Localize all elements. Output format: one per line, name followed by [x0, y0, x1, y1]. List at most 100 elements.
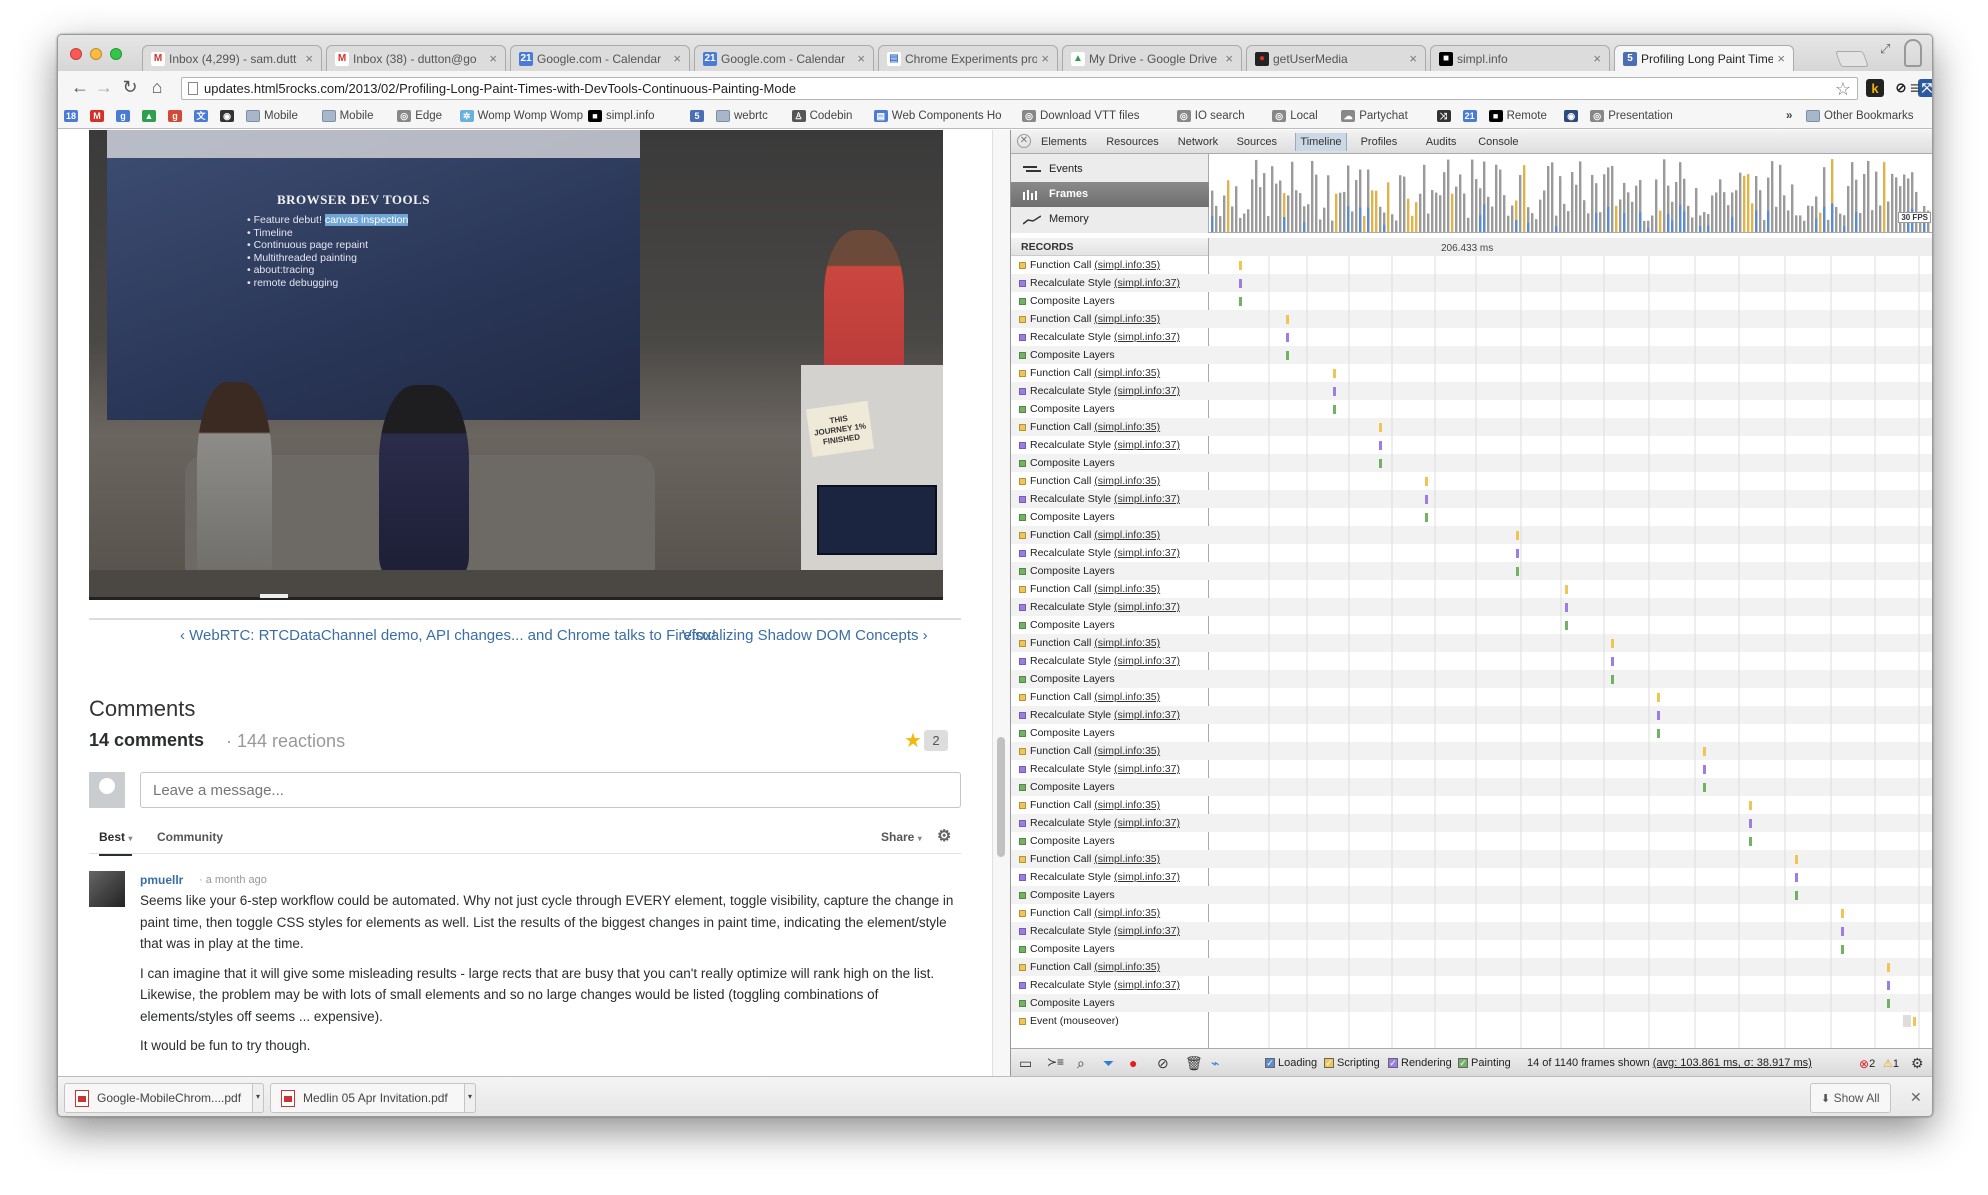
record-row[interactable]: Composite Layers [1011, 940, 1209, 958]
forward-icon[interactable]: → [92, 77, 116, 98]
bookmark-item[interactable]: 5 [690, 110, 708, 122]
tab-network[interactable]: Network [1178, 136, 1218, 148]
record-row[interactable]: Function Call (simpl.info:35) [1011, 634, 1209, 652]
reload-icon[interactable]: ↻ [118, 77, 142, 98]
record-row[interactable]: Recalculate Style (simpl.info:37) [1011, 274, 1209, 292]
tab-console[interactable]: Console [1478, 136, 1518, 148]
record-row[interactable]: Composite Layers [1011, 724, 1209, 742]
search-icon[interactable]: ⌕ [1077, 1055, 1085, 1072]
bookmark-item[interactable]: ☁ Partychat [1341, 110, 1408, 122]
record-source-link[interactable]: (simpl.info:37) [1114, 385, 1180, 397]
close-icon[interactable]: × [1777, 51, 1785, 66]
record-row[interactable]: Recalculate Style (simpl.info:37) [1011, 814, 1209, 832]
tab-community[interactable]: Community [157, 830, 223, 844]
address-bar[interactable]: updates.html5rocks.com/2013/02/Profiling… [181, 77, 1858, 100]
next-post-link[interactable]: Visualizing Shadow DOM Concepts › [682, 627, 928, 644]
bookmark-item[interactable]: ◎ Local [1272, 110, 1318, 122]
record-icon[interactable]: ● [1129, 1055, 1137, 1071]
overview-events[interactable]: Events [1011, 157, 1209, 182]
record-source-link[interactable]: (simpl.info:37) [1114, 871, 1180, 883]
devtools-close-icon[interactable]: ✕ [1017, 134, 1031, 148]
record-row[interactable]: Function Call (simpl.info:35) [1011, 688, 1209, 706]
comment-author[interactable]: pmuellr [140, 873, 183, 887]
chevron-down-icon[interactable]: ▾ [252, 1083, 264, 1113]
record-row[interactable]: Composite Layers [1011, 562, 1209, 580]
record-row[interactable]: Recalculate Style (simpl.info:37) [1011, 436, 1209, 454]
recommend-star-icon[interactable]: ★ [904, 728, 922, 753]
bookmark-item[interactable]: webrtc [716, 110, 768, 122]
legend-scripting[interactable]: ✓ Scripting [1324, 1057, 1380, 1069]
record-row[interactable]: Recalculate Style (simpl.info:37) [1011, 868, 1209, 886]
new-tab-button[interactable] [1835, 51, 1869, 67]
record-source-link[interactable]: (simpl.info:37) [1114, 817, 1180, 829]
bookmark-star-icon[interactable]: ☆ [1835, 79, 1851, 100]
record-row[interactable]: Function Call (simpl.info:35) [1011, 256, 1209, 274]
tab[interactable]: ▤ Chrome Experiments pro × [878, 45, 1058, 71]
record-row[interactable]: Composite Layers [1011, 508, 1209, 526]
record-row[interactable]: Recalculate Style (simpl.info:37) [1011, 922, 1209, 940]
tab-elements[interactable]: Elements [1041, 136, 1087, 148]
record-row[interactable]: Composite Layers [1011, 994, 1209, 1012]
zoom-window-button[interactable] [110, 48, 122, 60]
overview-frames[interactable]: Frames [1011, 182, 1209, 207]
bookmark-item[interactable]: ■ Remote [1488, 110, 1547, 122]
bookmark-item[interactable]: ◉ [1564, 110, 1582, 122]
tab[interactable]: 21 Google.com - Calendar × [694, 45, 874, 71]
extension-k-icon[interactable]: k [1866, 79, 1884, 97]
record-source-link[interactable]: (simpl.info:37) [1114, 979, 1180, 991]
devtools-settings-icon[interactable]: ⚙ [1911, 1055, 1924, 1072]
filter-icon[interactable]: ⏷ [1103, 1055, 1114, 1072]
records-timeline[interactable]: 206.433 ms [1209, 238, 1932, 1048]
settings-gear-icon[interactable]: ⚙ [937, 826, 951, 846]
scrollbar-thumb[interactable] [997, 737, 1005, 857]
fullscreen-icon[interactable]: ⤢ [1880, 41, 1890, 57]
record-row[interactable]: Composite Layers [1011, 886, 1209, 904]
bookmark-item[interactable]: ■ simpl.info [588, 110, 655, 122]
record-source-link[interactable]: (simpl.info:35) [1094, 421, 1160, 433]
bookmark-item[interactable]: M [90, 110, 108, 122]
other-bookmarks-folder[interactable]: Other Bookmarks [1806, 110, 1913, 122]
record-source-link[interactable]: (simpl.info:37) [1114, 493, 1180, 505]
glue-events-icon[interactable]: ⌁ [1211, 1055, 1219, 1072]
record-source-link[interactable]: (simpl.info:35) [1094, 961, 1160, 973]
frames-overview-chart[interactable]: 30 FPS [1209, 154, 1932, 233]
record-row[interactable]: Composite Layers [1011, 670, 1209, 688]
record-source-link[interactable]: (simpl.info:37) [1114, 709, 1180, 721]
bookmark-item[interactable]: 文 [194, 110, 212, 122]
record-row[interactable]: Function Call (simpl.info:35) [1011, 526, 1209, 544]
comment-input[interactable] [140, 772, 961, 808]
bookmark-item[interactable]: g [168, 110, 186, 122]
record-row[interactable]: Composite Layers [1011, 778, 1209, 796]
sort-best-tab[interactable]: Best ▾ [99, 830, 133, 856]
record-source-link[interactable]: (simpl.info:35) [1094, 259, 1160, 271]
bookmark-item[interactable]: ◎ IO search [1176, 110, 1245, 122]
record-source-link[interactable]: (simpl.info:37) [1114, 547, 1180, 559]
bookmark-item[interactable]: 21 [1462, 110, 1481, 122]
legend-rendering[interactable]: ✓ Rendering [1388, 1057, 1452, 1069]
close-icon[interactable]: × [857, 51, 865, 66]
profile-icon[interactable] [1904, 39, 1922, 67]
tab-profiles[interactable]: Profiles [1361, 136, 1398, 148]
record-row[interactable]: Recalculate Style (simpl.info:37) [1011, 328, 1209, 346]
close-icon[interactable]: × [1593, 51, 1601, 66]
tab[interactable]: ▲ My Drive - Google Drive × [1062, 45, 1242, 71]
extension-timer-icon[interactable]: ⊘ [1892, 79, 1910, 97]
record-row[interactable]: Event (mouseover) [1011, 1012, 1209, 1030]
close-icon[interactable]: × [489, 51, 497, 66]
tab-sources[interactable]: Sources [1237, 136, 1277, 148]
comment-time[interactable]: · a month ago [199, 874, 267, 886]
record-row[interactable]: Function Call (simpl.info:35) [1011, 364, 1209, 382]
record-row[interactable]: Function Call (simpl.info:35) [1011, 310, 1209, 328]
close-icon[interactable]: × [305, 51, 313, 66]
record-source-link[interactable]: (simpl.info:37) [1114, 925, 1180, 937]
previous-post-link[interactable]: ‹ WebRTC: RTCDataChannel demo, API chang… [180, 627, 716, 644]
commenter-avatar[interactable] [89, 871, 125, 907]
record-source-link[interactable]: (simpl.info:35) [1094, 691, 1160, 703]
video-player[interactable]: BROWSER DEV TOOLS Feature debut! canvas … [89, 130, 943, 599]
overview-memory[interactable]: Memory [1011, 207, 1209, 232]
record-row[interactable]: Recalculate Style (simpl.info:37) [1011, 976, 1209, 994]
record-row[interactable]: Function Call (simpl.info:35) [1011, 958, 1209, 976]
close-icon[interactable]: × [1409, 51, 1417, 66]
tab[interactable]: 5 Profiling Long Paint Time × [1614, 45, 1794, 71]
record-row[interactable]: Function Call (simpl.info:35) [1011, 580, 1209, 598]
